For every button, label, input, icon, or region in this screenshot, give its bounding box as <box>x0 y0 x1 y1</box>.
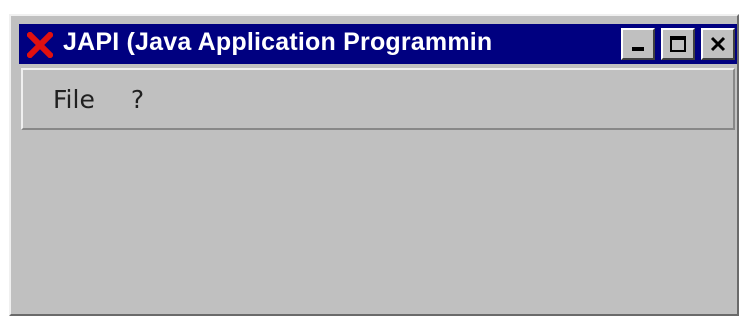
close-icon <box>710 36 726 52</box>
menu-file[interactable]: File <box>23 85 113 114</box>
close-button[interactable] <box>701 28 735 60</box>
minimize-button[interactable] <box>621 28 655 60</box>
minimize-icon <box>632 47 644 51</box>
app-window: JAPI (Java Application Programmin File ? <box>9 14 739 316</box>
red-x-icon <box>27 32 53 58</box>
title-buttons <box>621 28 737 60</box>
content-area <box>21 134 735 310</box>
maximize-icon <box>670 36 686 52</box>
window-title: JAPI (Java Application Programmin <box>63 28 493 56</box>
menu-help[interactable]: ? <box>113 85 162 114</box>
menu-bar: File ? <box>21 68 735 130</box>
title-bar[interactable]: JAPI (Java Application Programmin <box>19 24 737 64</box>
maximize-button[interactable] <box>661 28 695 60</box>
